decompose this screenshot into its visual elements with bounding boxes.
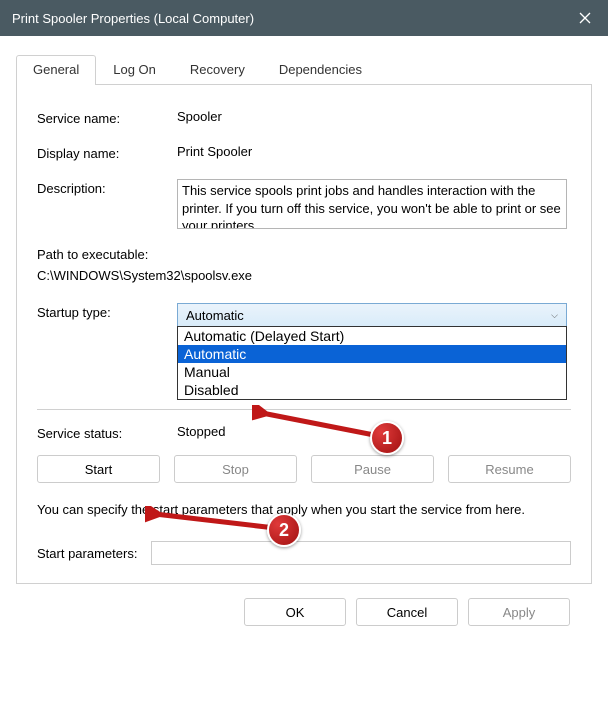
general-panel: Service name: Spooler Display name: Prin… xyxy=(16,85,592,584)
path-value: C:\WINDOWS\System32\spoolsv.exe xyxy=(37,268,571,283)
startup-type-dropdown: Automatic (Delayed Start) Automatic Manu… xyxy=(177,326,567,400)
tab-logon[interactable]: Log On xyxy=(96,55,173,85)
separator xyxy=(37,409,571,410)
startup-type-label: Startup type: xyxy=(37,303,177,320)
option-disabled[interactable]: Disabled xyxy=(178,381,566,399)
description-value[interactable]: This service spools print jobs and handl… xyxy=(177,179,567,229)
display-name-value: Print Spooler xyxy=(177,144,571,159)
service-name-label: Service name: xyxy=(37,109,177,126)
tab-strip: General Log On Recovery Dependencies xyxy=(16,54,592,85)
startup-type-selected: Automatic xyxy=(186,308,244,323)
window-title: Print Spooler Properties (Local Computer… xyxy=(12,11,254,26)
option-automatic-delayed[interactable]: Automatic (Delayed Start) xyxy=(178,327,566,345)
tab-dependencies[interactable]: Dependencies xyxy=(262,55,379,85)
resume-button: Resume xyxy=(448,455,571,483)
chevron-down-icon: ⌵ xyxy=(551,310,558,321)
start-params-input[interactable] xyxy=(151,541,571,565)
path-label: Path to executable: xyxy=(37,247,571,262)
service-name-value: Spooler xyxy=(177,109,571,124)
annotation-badge-2: 2 xyxy=(267,513,301,547)
service-status-value: Stopped xyxy=(177,424,225,441)
close-button[interactable] xyxy=(562,0,608,36)
pause-button: Pause xyxy=(311,455,434,483)
apply-button: Apply xyxy=(468,598,570,626)
close-icon xyxy=(579,12,591,24)
cancel-button[interactable]: Cancel xyxy=(356,598,458,626)
startup-type-select[interactable]: Automatic ⌵ xyxy=(177,303,567,327)
stop-button: Stop xyxy=(174,455,297,483)
tab-general[interactable]: General xyxy=(16,55,96,85)
help-text: You can specify the start parameters tha… xyxy=(37,501,571,519)
dialog-footer: OK Cancel Apply xyxy=(16,584,592,626)
display-name-label: Display name: xyxy=(37,144,177,161)
titlebar: Print Spooler Properties (Local Computer… xyxy=(0,0,608,36)
option-automatic[interactable]: Automatic xyxy=(178,345,566,363)
start-button[interactable]: Start xyxy=(37,455,160,483)
start-params-label: Start parameters: xyxy=(37,546,137,561)
ok-button[interactable]: OK xyxy=(244,598,346,626)
tab-recovery[interactable]: Recovery xyxy=(173,55,262,85)
option-manual[interactable]: Manual xyxy=(178,363,566,381)
annotation-badge-1: 1 xyxy=(370,421,404,455)
description-label: Description: xyxy=(37,179,177,196)
service-status-label: Service status: xyxy=(37,424,177,441)
